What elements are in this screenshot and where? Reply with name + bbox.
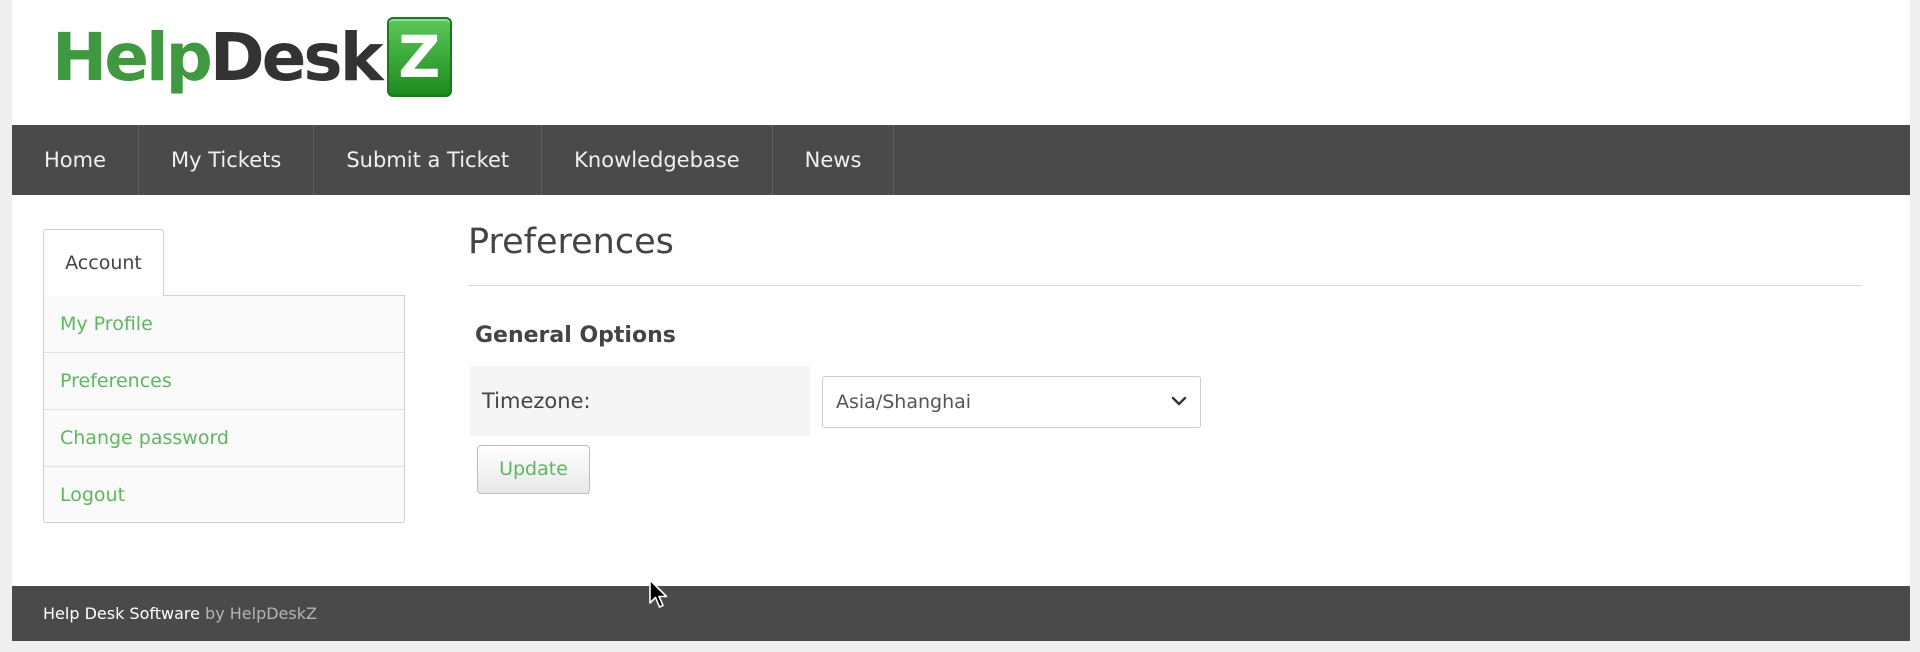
- timezone-selected-value: Asia/Shanghai: [836, 391, 972, 413]
- nav-news[interactable]: News: [773, 125, 895, 195]
- update-button[interactable]: Update: [477, 445, 590, 494]
- footer-software-text: Help Desk Software: [43, 604, 200, 623]
- sidebar-item-preferences[interactable]: Preferences: [44, 353, 404, 410]
- sidebar-menu: My Profile Preferences Change password L…: [43, 295, 405, 523]
- logo-wordmark: HelpDesk: [52, 16, 384, 100]
- chevron-down-icon: [1171, 396, 1187, 406]
- timezone-select[interactable]: Asia/Shanghai: [822, 376, 1201, 428]
- title-divider: [468, 285, 1862, 286]
- page-container: HelpDesk Z Home My Tickets Submit a Ticke…: [12, 0, 1910, 641]
- main-navbar: Home My Tickets Submit a Ticket Knowledg…: [12, 125, 1910, 195]
- logo-z-badge: Z: [386, 17, 452, 97]
- section-title-general-options: General Options: [475, 323, 676, 348]
- sidebar-tab-account[interactable]: Account: [43, 229, 164, 296]
- page-title: Preferences: [468, 222, 674, 262]
- sidebar-item-logout[interactable]: Logout: [44, 467, 404, 524]
- nav-home[interactable]: Home: [12, 125, 140, 195]
- nav-submit-ticket[interactable]: Submit a Ticket: [314, 125, 543, 195]
- helpdeskz-logo[interactable]: HelpDesk Z: [52, 16, 452, 100]
- sidebar-item-change-password[interactable]: Change password: [44, 410, 404, 467]
- nav-knowledgebase[interactable]: Knowledgebase: [542, 125, 773, 195]
- mouse-cursor-icon: [649, 579, 668, 608]
- timezone-label: Timezone:: [470, 366, 810, 436]
- page-footer: Help Desk Software by HelpDeskZ: [12, 586, 1910, 641]
- logo-desk-text: Desk: [209, 19, 384, 96]
- sidebar-item-my-profile[interactable]: My Profile: [44, 296, 404, 353]
- logo-help-text: Help: [52, 19, 213, 96]
- footer-by-link[interactable]: by HelpDeskZ: [200, 604, 317, 623]
- nav-my-tickets[interactable]: My Tickets: [139, 125, 315, 195]
